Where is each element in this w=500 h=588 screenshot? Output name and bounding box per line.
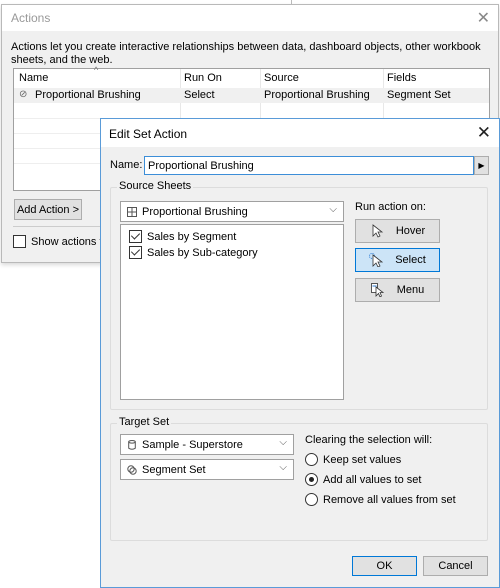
- dashboard-dropdown[interactable]: Proportional Brushing ⌵: [120, 201, 344, 222]
- edit-dialog-title: Edit Set Action: [109, 127, 188, 141]
- edit-set-action-dialog: Edit Set Action ✕ Name: ▶ Source Sheets …: [100, 118, 500, 588]
- select-button[interactable]: Select: [355, 248, 440, 272]
- radio-button[interactable]: [305, 453, 318, 466]
- triangle-right-icon: ▶: [478, 161, 485, 170]
- dashboard-icon: [127, 206, 137, 217]
- chevron-down-icon: ⌵: [279, 462, 287, 473]
- actions-titlebar: Actions ✕: [2, 5, 498, 31]
- select-cursor-icon: [369, 253, 384, 267]
- hover-cursor-icon: [372, 224, 383, 238]
- set-icon: [127, 464, 137, 475]
- name-input[interactable]: [144, 156, 474, 175]
- actions-description: Actions let you create interactive relat…: [11, 41, 481, 66]
- sheet-label: Sales by Sub-category: [147, 246, 258, 259]
- menu-button[interactable]: Menu: [355, 278, 440, 302]
- close-icon[interactable]: ✕: [477, 8, 490, 28]
- hover-label: Hover: [395, 225, 426, 237]
- source-sheets-label: Source Sheets: [117, 180, 194, 192]
- clearing-label: Clearing the selection will:: [305, 434, 433, 446]
- radio-button[interactable]: [305, 493, 318, 506]
- radio-remove-all-values[interactable]: Remove all values from set: [305, 493, 456, 506]
- radio-keep-set-values[interactable]: Keep set values: [305, 453, 401, 466]
- select-label: Select: [395, 254, 426, 266]
- cell-source: Proportional Brushing: [264, 89, 370, 101]
- cell-run-on: Select: [184, 89, 215, 101]
- table-header: ^ Name Run On Source Fields: [14, 65, 489, 87]
- menu-cursor-icon: [370, 283, 384, 297]
- radio-label: Keep set values: [323, 453, 402, 466]
- radio-button[interactable]: [305, 473, 318, 486]
- database-icon: [127, 439, 137, 450]
- cancel-button[interactable]: Cancel: [423, 556, 488, 576]
- data-source-value: Sample - Superstore: [142, 438, 243, 451]
- edit-titlebar: Edit Set Action ✕: [101, 119, 499, 147]
- chevron-down-icon: ⌵: [329, 204, 337, 215]
- radio-label: Add all values to set: [323, 473, 422, 486]
- set-dropdown-value: Segment Set: [142, 463, 206, 476]
- close-icon[interactable]: ✕: [477, 123, 491, 143]
- table-row[interactable]: ⊘ Proportional Brushing Select Proportio…: [14, 88, 489, 103]
- set-action-icon: ⊘: [19, 89, 28, 100]
- show-actions-checkbox-row[interactable]: Show actions for: [13, 235, 112, 248]
- chevron-down-icon: ⌵: [279, 437, 287, 448]
- set-dropdown[interactable]: Segment Set ⌵: [120, 459, 294, 480]
- dashboard-dropdown-value: Proportional Brushing: [142, 205, 248, 218]
- hover-button[interactable]: Hover: [355, 219, 440, 243]
- insert-field-button[interactable]: ▶: [474, 156, 489, 175]
- show-actions-checkbox[interactable]: [13, 235, 26, 248]
- run-action-on-label: Run action on:: [355, 201, 426, 213]
- column-header-name[interactable]: Name: [19, 72, 48, 84]
- actions-title: Actions: [11, 11, 51, 25]
- radio-label: Remove all values from set: [323, 493, 456, 506]
- target-set-label: Target Set: [117, 416, 172, 428]
- radio-add-all-values[interactable]: Add all values to set: [305, 473, 421, 486]
- ok-button[interactable]: OK: [352, 556, 417, 576]
- sheet-checkbox[interactable]: [129, 246, 142, 259]
- menu-label: Menu: [396, 284, 425, 296]
- data-source-dropdown[interactable]: Sample - Superstore ⌵: [120, 434, 294, 455]
- source-sheets-list: Sales by Segment Sales by Sub-category: [120, 224, 344, 400]
- column-header-fields[interactable]: Fields: [387, 72, 416, 84]
- sheet-item[interactable]: Sales by Sub-category: [129, 246, 258, 259]
- column-header-run-on[interactable]: Run On: [184, 72, 222, 84]
- sheet-checkbox[interactable]: [129, 230, 142, 243]
- add-action-button[interactable]: Add Action >: [14, 199, 82, 220]
- cell-name: Proportional Brushing: [35, 89, 141, 101]
- name-label: Name:: [110, 159, 143, 171]
- sheet-label: Sales by Segment: [147, 230, 237, 243]
- divider: [13, 226, 103, 227]
- cell-fields: Segment Set: [387, 89, 451, 101]
- sheet-item[interactable]: Sales by Segment: [129, 230, 236, 243]
- sort-ascending-icon: ^: [94, 65, 99, 75]
- column-header-source[interactable]: Source: [264, 72, 299, 84]
